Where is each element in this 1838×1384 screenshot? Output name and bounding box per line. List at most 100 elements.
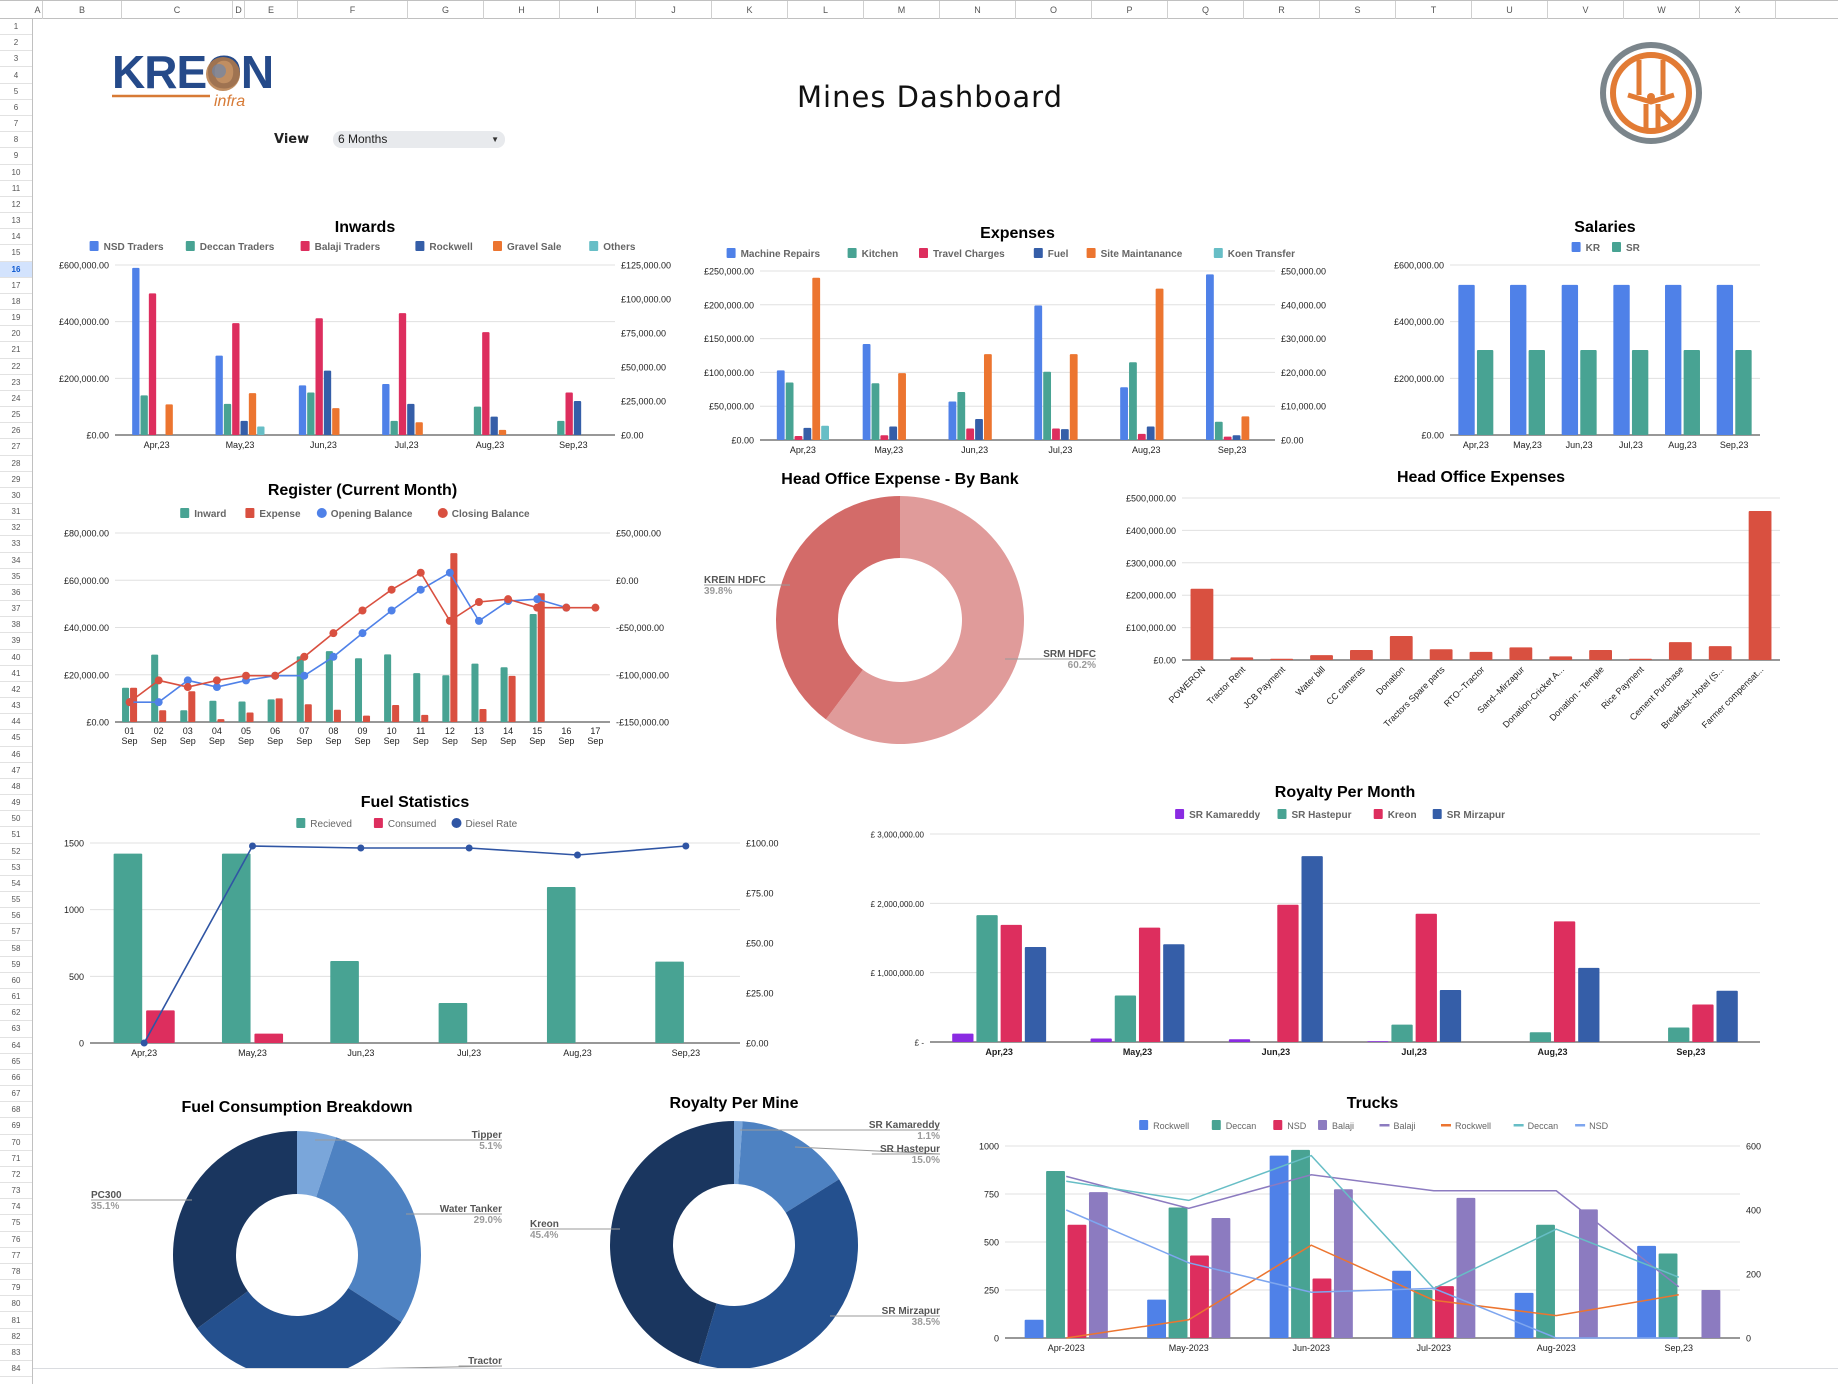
chart-expenses[interactable]: Expenses Machine Repairs Kitchen Travel Cha… [690,215,1355,465]
row-header-23[interactable]: 23 [0,375,32,391]
row-header-22[interactable]: 22 [0,359,32,375]
row-header-31[interactable]: 31 [0,504,32,521]
line-point[interactable] [445,568,454,577]
bar-expense[interactable] [479,709,487,722]
bar-kreon[interactable] [1415,913,1437,1042]
row-header-11[interactable]: 11 [0,181,32,197]
column-header-o[interactable]: O [1016,1,1092,19]
bar-nsd-traders[interactable] [215,355,223,435]
bar-expense[interactable] [333,709,341,722]
row-header-80[interactable]: 80 [0,1296,32,1313]
bar-gravel-sale[interactable] [415,422,423,435]
view-dropdown[interactable]: 6 Months ▼ [333,131,505,148]
bar-amount[interactable] [1469,651,1493,660]
bar-koen-transfer[interactable] [821,425,829,440]
row-header-9[interactable]: 9 [0,148,32,165]
line-point[interactable] [271,671,280,680]
legend-item[interactable]: Fuel [1033,248,1069,260]
row-header-21[interactable]: 21 [0,342,32,359]
bar-rockwell[interactable] [490,416,498,435]
row-header-26[interactable]: 26 [0,423,32,440]
row-header-73[interactable]: 73 [0,1183,32,1200]
row-header-15[interactable]: 15 [0,245,32,262]
line-point[interactable] [154,698,163,707]
bar-sr-kamareddy[interactable] [1090,1038,1112,1042]
bar-sr-hastepur[interactable] [1668,1027,1690,1042]
column-header-j[interactable]: J [636,1,712,19]
row-header-53[interactable]: 53 [0,860,32,876]
bar-kitchen[interactable] [1214,421,1223,440]
bar-sr[interactable] [1476,350,1494,435]
row-header-7[interactable]: 7 [0,116,32,133]
bar-expense[interactable] [246,712,254,722]
bar-fuel[interactable] [1146,426,1155,440]
row-header-19[interactable]: 19 [0,310,32,327]
row-header-3[interactable]: 3 [0,51,32,68]
row-header-14[interactable]: 14 [0,229,32,246]
row-header-18[interactable]: 18 [0,294,32,311]
bar-kitchen[interactable] [785,382,794,440]
column-header-g[interactable]: G [408,1,484,19]
bar-amount[interactable] [1310,655,1333,660]
legend-item[interactable]: Deccan Traders [185,241,275,253]
bar-kitchen[interactable] [957,392,966,440]
row-header-78[interactable]: 78 [0,1264,32,1281]
bar-rockwell[interactable] [240,420,248,435]
legend-item[interactable]: Closing Balance [437,508,530,520]
bar-nsd[interactable] [1312,1278,1332,1338]
bar-kr[interactable] [1510,284,1527,435]
chart-salaries[interactable]: Salaries KR SR £0.00 £200,000.00 £400,000.00 £… [1380,210,1790,460]
bar-site-maintanance[interactable] [983,354,992,440]
chart-royalty-month[interactable]: Royalty Per Month SR Kamareddy SR Hastepur… [850,775,1790,1075]
bar-recieved[interactable] [655,961,684,1043]
bar-others[interactable] [257,426,265,436]
bar-expense[interactable] [421,714,429,722]
bar-site-maintanance[interactable] [898,373,906,440]
line-point[interactable] [358,629,367,638]
bar-deccan[interactable] [1168,1207,1188,1338]
legend-item[interactable]: SR [1612,242,1641,254]
bar-rockwell[interactable] [1392,1270,1412,1338]
row-header-72[interactable]: 72 [0,1167,32,1184]
column-header-h[interactable]: H [484,1,560,19]
line-point[interactable] [154,676,163,685]
row-header-17[interactable]: 17 [0,278,32,294]
column-header-m[interactable]: M [864,1,940,19]
bar-amount[interactable] [1389,636,1413,660]
bar-expense[interactable] [188,691,196,722]
bar-sr-mirzapur[interactable] [1439,990,1462,1042]
row-header-25[interactable]: 25 [0,407,32,424]
bar-amount[interactable] [1668,642,1692,660]
row-header-41[interactable]: 41 [0,666,32,682]
legend-item[interactable]: Rockwell [1440,1121,1491,1131]
line-point[interactable] [300,671,309,680]
column-header-s[interactable]: S [1320,1,1396,19]
column-header-r[interactable]: R [1244,1,1320,19]
row-header-66[interactable]: 66 [0,1070,32,1087]
legend-item[interactable]: Koen Transfer [1213,248,1295,260]
bar-inward[interactable] [471,663,479,722]
legend-item[interactable]: Deccan [1513,1121,1559,1131]
bar-expense[interactable] [217,719,225,722]
bar-deccan-traders[interactable] [390,420,398,435]
bar-machine-repairs[interactable] [1120,387,1128,440]
bar-expense[interactable] [508,675,516,722]
bar-balaji[interactable] [1456,1197,1476,1338]
row-header-28[interactable]: 28 [0,456,32,472]
row-header-65[interactable]: 65 [0,1054,32,1070]
bar-sr[interactable] [1631,350,1649,435]
row-header-35[interactable]: 35 [0,569,32,585]
bar-kr[interactable] [1716,284,1734,435]
chart-inwards[interactable]: Inwards NSD Traders Deccan Traders Balaji T… [50,210,700,460]
row-header-42[interactable]: 42 [0,682,32,699]
legend-item[interactable]: KR [1571,242,1601,254]
bar-amount[interactable] [1708,646,1732,660]
row-header-46[interactable]: 46 [0,747,32,763]
line-point[interactable] [387,606,396,615]
bar-rockwell[interactable] [1514,1292,1534,1338]
bar-fuel[interactable] [889,426,898,440]
bar-kitchen[interactable] [1043,371,1052,440]
bar-recieved[interactable] [330,961,359,1043]
bar-amount[interactable] [1190,588,1214,660]
bar-kr[interactable] [1665,284,1682,435]
